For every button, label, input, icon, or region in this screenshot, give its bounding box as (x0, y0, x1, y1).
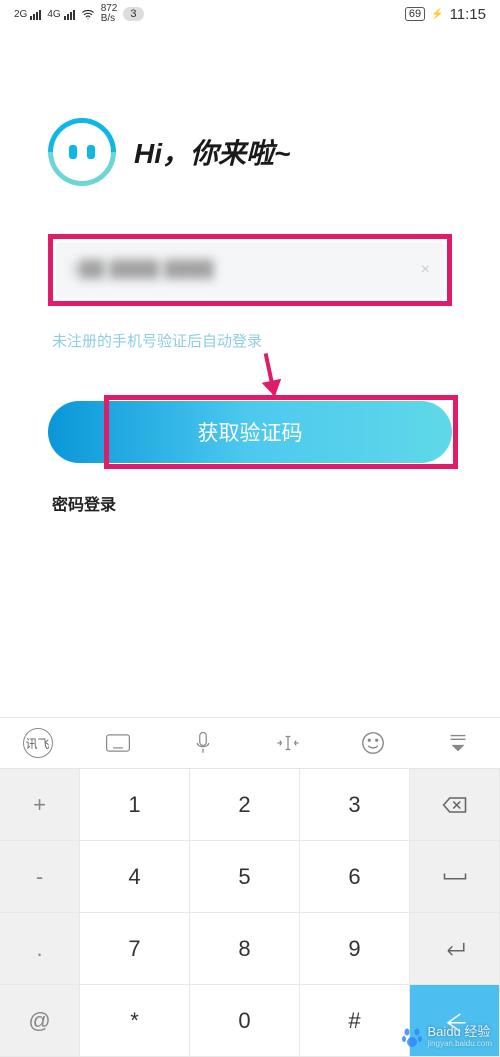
key-at[interactable]: @ (0, 985, 80, 1057)
key-star[interactable]: * (80, 985, 190, 1057)
key-backspace[interactable] (410, 769, 500, 841)
watermark: Baidu 经验 jingyan.baidu.com (400, 1025, 492, 1049)
charging-icon: ⚡ (431, 9, 443, 20)
key-dot[interactable]: . (0, 913, 80, 985)
app-logo (34, 104, 130, 200)
emoji-icon[interactable] (353, 723, 393, 763)
clock: 11:15 (450, 6, 486, 23)
status-left: 2G 4G 872 B/s 3 (14, 4, 144, 24)
baidu-paw-icon (400, 1025, 424, 1049)
network-speed: 872 B/s (101, 4, 118, 24)
keyboard-toolbar: 讯飞 (0, 717, 500, 769)
keyboard-grid: + 1 2 3 - 4 5 6 . 7 8 9 @ * 0 # (0, 769, 500, 1057)
wifi-icon (81, 7, 95, 21)
password-login-link[interactable]: 密码登录 (52, 491, 452, 515)
keyboard-layout-icon[interactable] (98, 723, 138, 763)
notification-badge: 3 (123, 7, 143, 21)
watermark-text: Baidu 经验 jingyan.baidu.com (428, 1025, 492, 1048)
key-space[interactable] (410, 841, 500, 913)
keyboard: 讯飞 + 1 2 3 - 4 5 6 . (0, 717, 500, 1057)
phone-input[interactable]: 1██ ████ ████ × (56, 242, 444, 298)
key-return[interactable] (410, 913, 500, 985)
voice-input-icon[interactable] (183, 723, 223, 763)
get-code-button[interactable]: 获取验证码 (48, 401, 452, 463)
key-7[interactable]: 7 (80, 913, 190, 985)
signal-4g: 4G (47, 9, 74, 20)
key-0[interactable]: 0 (190, 985, 300, 1057)
cursor-mode-icon[interactable] (268, 723, 308, 763)
key-hash[interactable]: # (300, 985, 410, 1057)
button-wrap: 获取验证码 (48, 401, 452, 463)
ime-switch-button[interactable]: 讯飞 (23, 728, 53, 758)
key-9[interactable]: 9 (300, 913, 410, 985)
key-minus[interactable]: - (0, 841, 80, 913)
signal-4g-label: 4G (47, 9, 60, 20)
key-2[interactable]: 2 (190, 769, 300, 841)
key-1[interactable]: 1 (80, 769, 190, 841)
status-bar: 2G 4G 872 B/s 3 69 ⚡ 11:15 (0, 0, 500, 28)
login-screen: Hi，你来啦~ 1██ ████ ████ × 未注册的手机号验证后自动登录 获… (0, 118, 500, 515)
key-3[interactable]: 3 (300, 769, 410, 841)
signal-2g-label: 2G (14, 9, 27, 20)
key-6[interactable]: 6 (300, 841, 410, 913)
header-row: Hi，你来啦~ (48, 118, 452, 186)
key-plus[interactable]: + (0, 769, 80, 841)
key-4[interactable]: 4 (80, 841, 190, 913)
status-right: 69 ⚡ 11:15 (405, 6, 486, 23)
speed-unit: B/s (101, 14, 118, 24)
phone-value: 1██ ████ ████ (70, 261, 421, 279)
key-5[interactable]: 5 (190, 841, 300, 913)
key-8[interactable]: 8 (190, 913, 300, 985)
greeting-text: Hi，你来啦~ (134, 132, 290, 172)
signal-2g: 2G (14, 9, 41, 20)
annotation-arrow (88, 353, 452, 395)
battery-indicator: 69 (405, 7, 425, 21)
collapse-keyboard-icon[interactable] (438, 723, 478, 763)
hint-text: 未注册的手机号验证后自动登录 (52, 330, 452, 351)
phone-input-highlight: 1██ ████ ████ × (48, 234, 452, 306)
clear-icon[interactable]: × (421, 261, 430, 279)
